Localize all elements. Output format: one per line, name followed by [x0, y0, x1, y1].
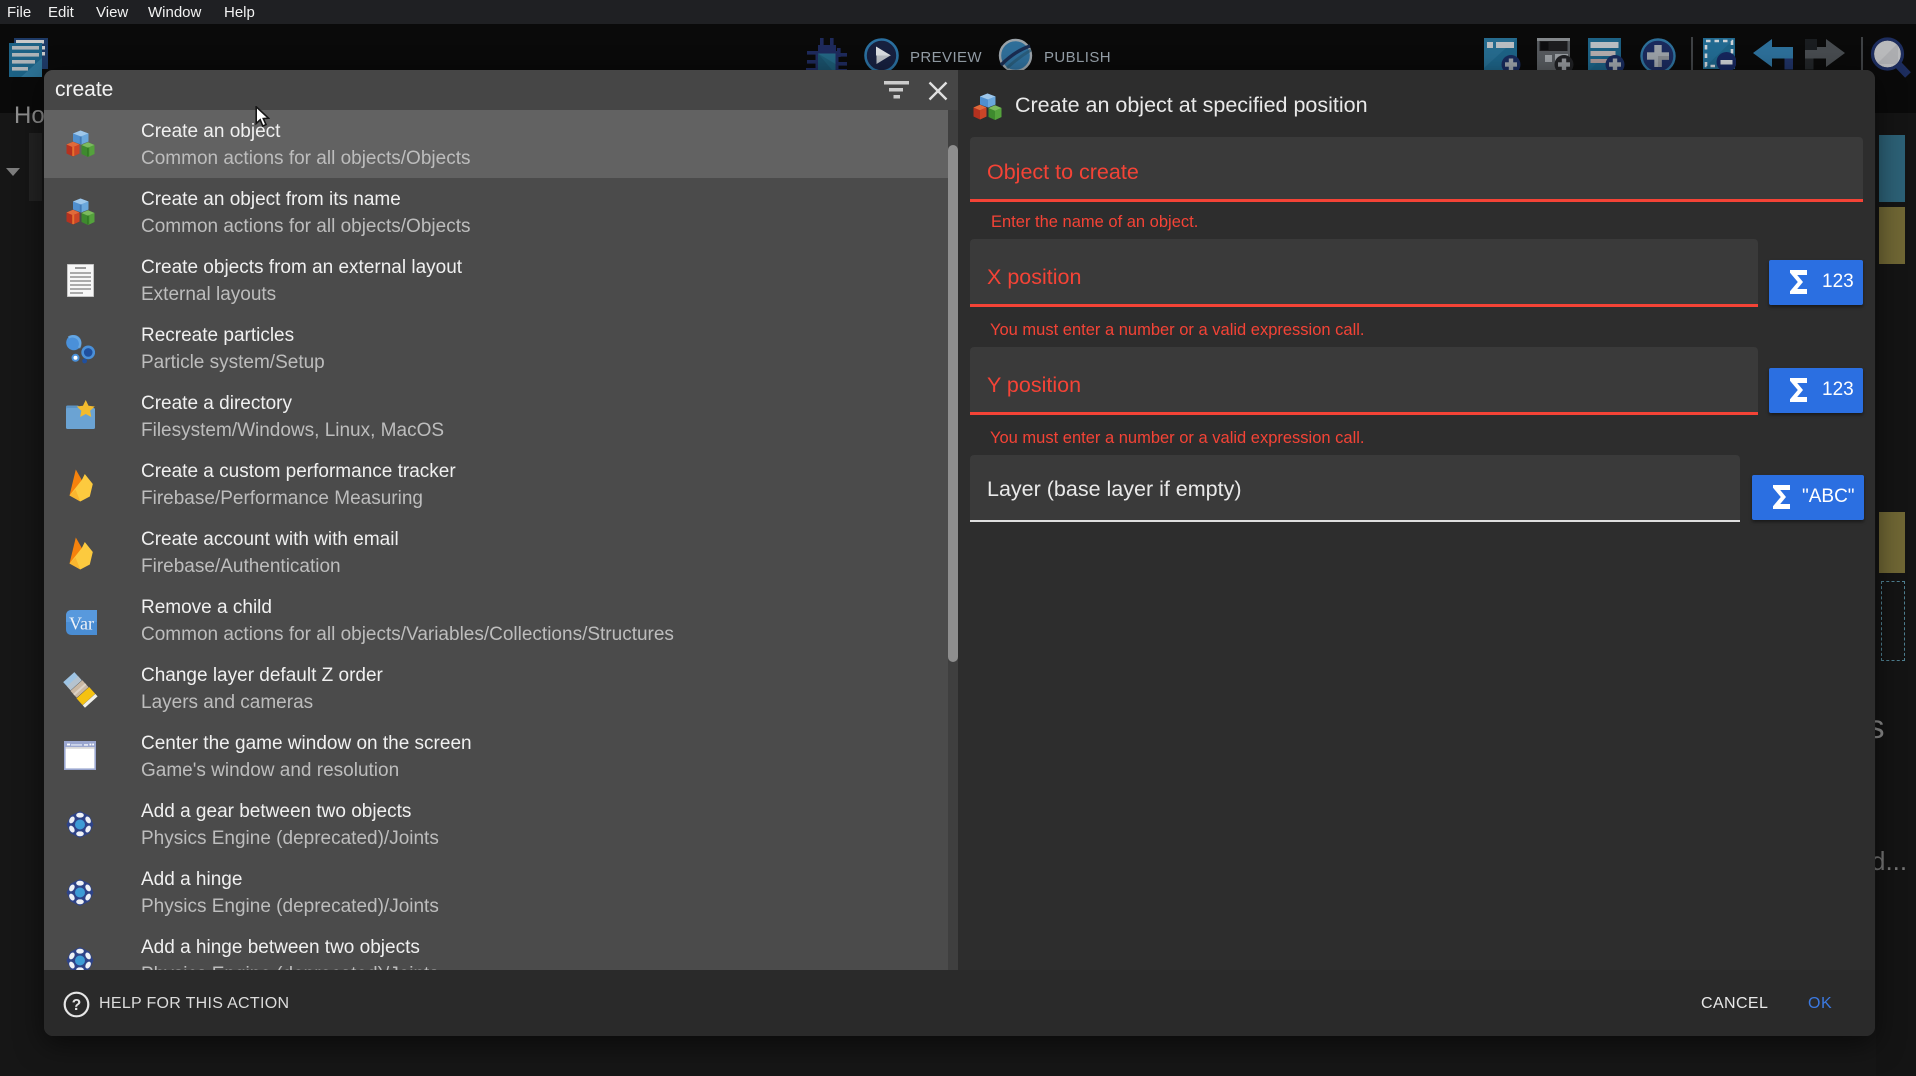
svg-text:?: ? — [72, 997, 81, 1014]
svg-text:Var: Var — [69, 614, 94, 634]
